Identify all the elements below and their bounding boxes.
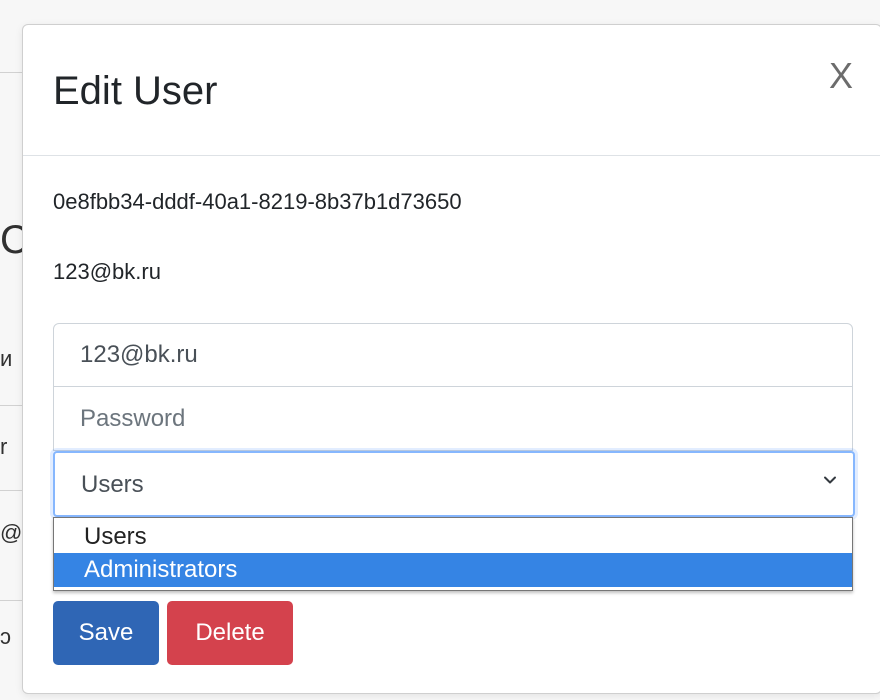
email-field[interactable] [53, 323, 853, 387]
close-icon[interactable]: X [829, 55, 853, 97]
modal-title: Edit User [53, 69, 218, 113]
user-email-text: 123@bk.ru [53, 259, 161, 284]
password-field[interactable] [53, 387, 853, 451]
user-id-text: 0e8fbb34-dddf-40a1-8219-8b37b1d73650 [53, 189, 462, 214]
chevron-down-icon [824, 476, 836, 484]
modal-header: Edit User X [23, 25, 880, 156]
delete-button[interactable]: Delete [167, 601, 293, 665]
role-option-administrators[interactable]: Administrators [54, 553, 852, 587]
role-select[interactable]: Users [53, 451, 855, 517]
role-dropdown-list: Users Administrators [53, 517, 853, 591]
role-select-value: Users [81, 471, 144, 498]
edit-user-modal: Edit User X 0e8fbb34-dddf-40a1-8219-8b37… [22, 24, 880, 694]
role-option-users[interactable]: Users [54, 520, 852, 554]
save-button[interactable]: Save [53, 601, 159, 665]
